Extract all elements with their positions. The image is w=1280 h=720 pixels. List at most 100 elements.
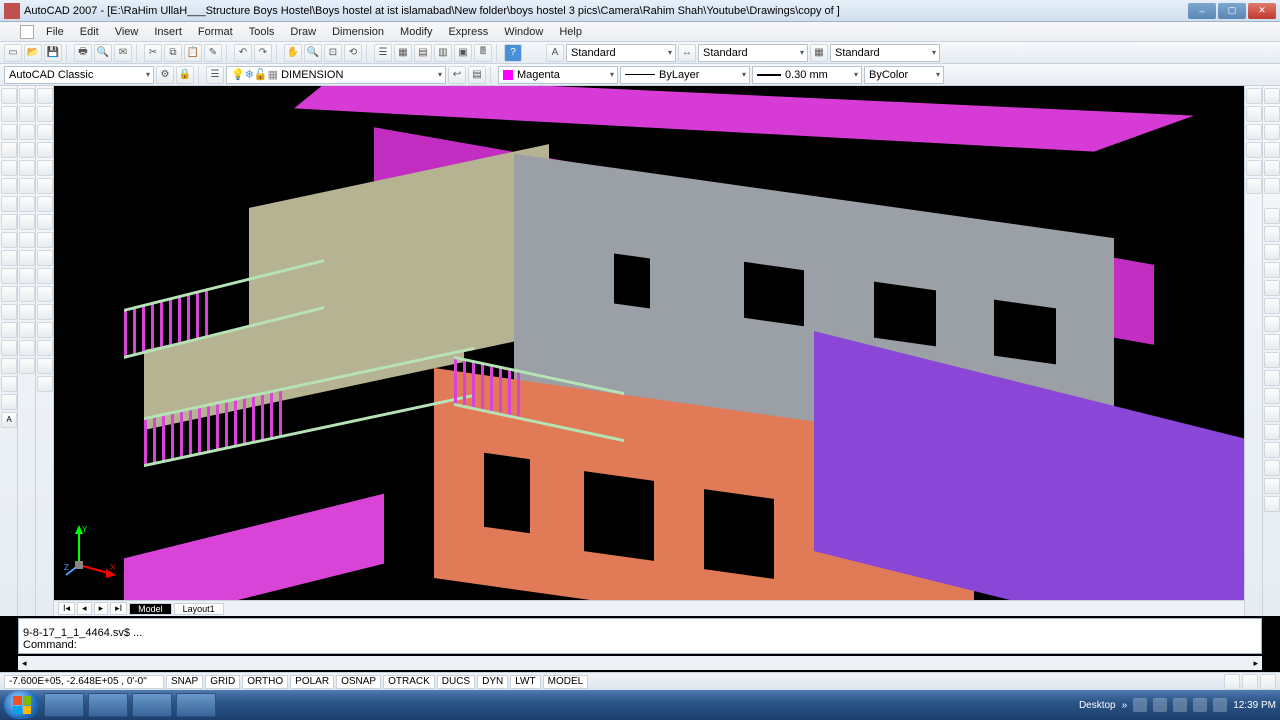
point-tool[interactable]	[1, 322, 17, 338]
save-button[interactable]: 💾	[44, 44, 62, 62]
model-toggle[interactable]: MODEL	[543, 675, 589, 689]
menu-file[interactable]: File	[38, 24, 72, 40]
taskbar-app[interactable]	[132, 693, 172, 717]
revolve-tool[interactable]	[1264, 424, 1280, 440]
cone-tool[interactable]	[1264, 244, 1280, 260]
trim-tool[interactable]	[19, 250, 35, 266]
break-tool[interactable]	[19, 286, 35, 302]
polygon-tool[interactable]	[1, 142, 17, 158]
helix-tool[interactable]	[1264, 334, 1280, 350]
menu-insert[interactable]: Insert	[146, 24, 190, 40]
circle-tool[interactable]	[1, 196, 17, 212]
revcloud-tool[interactable]	[1, 214, 17, 230]
scale-tool[interactable]	[19, 214, 35, 230]
xline-tool[interactable]	[1, 106, 17, 122]
plot-preview-button[interactable]: 🔍	[94, 44, 112, 62]
command-prompt[interactable]: Command:	[23, 639, 1257, 651]
menu-help[interactable]: Help	[551, 24, 590, 40]
workspace-lock-button[interactable]: 🔒	[176, 66, 194, 84]
dyn-toggle[interactable]: DYN	[477, 675, 508, 689]
3dorbit-tool[interactable]	[1246, 88, 1262, 104]
tab-next-button[interactable]: ▸	[94, 602, 109, 615]
open-button[interactable]: 📂	[24, 44, 42, 62]
insert-block-tool[interactable]	[1, 286, 17, 302]
taskbar-autocad[interactable]	[176, 693, 216, 717]
dim-update-tool[interactable]	[37, 376, 53, 392]
clean-screen-icon[interactable]	[1260, 674, 1276, 690]
workspace-dropdown[interactable]: AutoCAD Classic	[4, 66, 154, 84]
cylinder-tool[interactable]	[1264, 280, 1280, 296]
redo-button[interactable]: ↷	[254, 44, 272, 62]
sheet-set-button[interactable]: ▥	[434, 44, 452, 62]
intersect-tool[interactable]	[1264, 496, 1280, 512]
window-minimize-button[interactable]: –	[1188, 3, 1216, 19]
dim-leader-tool[interactable]	[37, 286, 53, 302]
textstyle1-dropdown[interactable]: Standard	[566, 44, 676, 62]
osnap-toggle[interactable]: OSNAP	[336, 675, 381, 689]
polar-toggle[interactable]: POLAR	[290, 675, 334, 689]
vs-manage-tool[interactable]	[1264, 178, 1280, 194]
menu-format[interactable]: Format	[190, 24, 241, 40]
subtract-tool[interactable]	[1264, 478, 1280, 494]
chamfer-tool[interactable]	[19, 322, 35, 338]
rotate-tool[interactable]	[19, 196, 35, 212]
textstyle2-dropdown[interactable]: Standard	[698, 44, 808, 62]
menu-draw[interactable]: Draw	[282, 24, 324, 40]
tab-layout1[interactable]: Layout1	[174, 603, 224, 615]
layer-manager-button[interactable]: ☰	[206, 66, 224, 84]
ellipse-arc-tool[interactable]	[1, 268, 17, 284]
plotstyle-dropdown[interactable]: ByColor	[864, 66, 944, 84]
dim-linear-tool[interactable]	[37, 88, 53, 104]
properties-button[interactable]: ☰	[374, 44, 392, 62]
vs-hidden-tool[interactable]	[1264, 124, 1280, 140]
print-button[interactable]: 🖶	[74, 44, 92, 62]
region-tool[interactable]	[1, 376, 17, 392]
tab-first-button[interactable]: I◂	[58, 602, 75, 615]
window-maximize-button[interactable]: ▢	[1218, 3, 1246, 19]
mirror-tool[interactable]	[19, 124, 35, 140]
3dzoom-tool[interactable]	[1246, 160, 1262, 176]
taskbar-explorer[interactable]	[88, 693, 128, 717]
vs-3dwireframe-tool[interactable]	[1264, 106, 1280, 122]
comm-center-icon[interactable]	[1224, 674, 1240, 690]
stretch-tool[interactable]	[19, 232, 35, 248]
hatch-tool[interactable]	[1, 340, 17, 356]
presspull-tool[interactable]	[1264, 388, 1280, 404]
start-button[interactable]	[4, 691, 40, 719]
offset-tool[interactable]	[19, 142, 35, 158]
tab-prev-button[interactable]: ◂	[77, 602, 92, 615]
join-tool[interactable]	[19, 304, 35, 320]
toolbar-lock-icon[interactable]	[1242, 674, 1258, 690]
make-block-tool[interactable]	[1, 304, 17, 320]
color-dropdown[interactable]: Magenta	[498, 66, 618, 84]
otrack-toggle[interactable]: OTRACK	[383, 675, 435, 689]
vs-conceptual-tool[interactable]	[1264, 160, 1280, 176]
torus-tool[interactable]	[1264, 298, 1280, 314]
tab-last-button[interactable]: ▸I	[110, 602, 127, 615]
design-center-button[interactable]: ▦	[394, 44, 412, 62]
fillet-tool[interactable]	[19, 340, 35, 356]
dim-radius-tool[interactable]	[37, 160, 53, 176]
grid-toggle[interactable]: GRID	[205, 675, 240, 689]
menu-view[interactable]: View	[107, 24, 147, 40]
layer-states-button[interactable]: ▤	[468, 66, 486, 84]
zoom-previous-button[interactable]: ⟲	[344, 44, 362, 62]
linetype-dropdown[interactable]: ByLayer	[620, 66, 750, 84]
cut-button[interactable]: ✂	[144, 44, 162, 62]
3dwalk-tool[interactable]	[1246, 124, 1262, 140]
lwt-toggle[interactable]: LWT	[510, 675, 540, 689]
planar-surface-tool[interactable]	[1264, 352, 1280, 368]
tab-model[interactable]: Model	[129, 603, 172, 615]
pan-button[interactable]: ✋	[284, 44, 302, 62]
dim-aligned-tool[interactable]	[37, 106, 53, 122]
menu-express[interactable]: Express	[440, 24, 496, 40]
dim-ordinate-tool[interactable]	[37, 142, 53, 158]
menu-modify[interactable]: Modify	[392, 24, 440, 40]
dim-jogged-tool[interactable]	[37, 178, 53, 194]
command-scrollbar[interactable]: ◂ ▸	[18, 656, 1262, 670]
drawing-canvas[interactable]: Y X Z	[54, 86, 1244, 600]
window-close-button[interactable]: ✕	[1248, 3, 1276, 19]
3dfly-tool[interactable]	[1246, 142, 1262, 158]
scroll-right-icon[interactable]: ▸	[1253, 658, 1258, 669]
spline-tool[interactable]	[1, 232, 17, 248]
